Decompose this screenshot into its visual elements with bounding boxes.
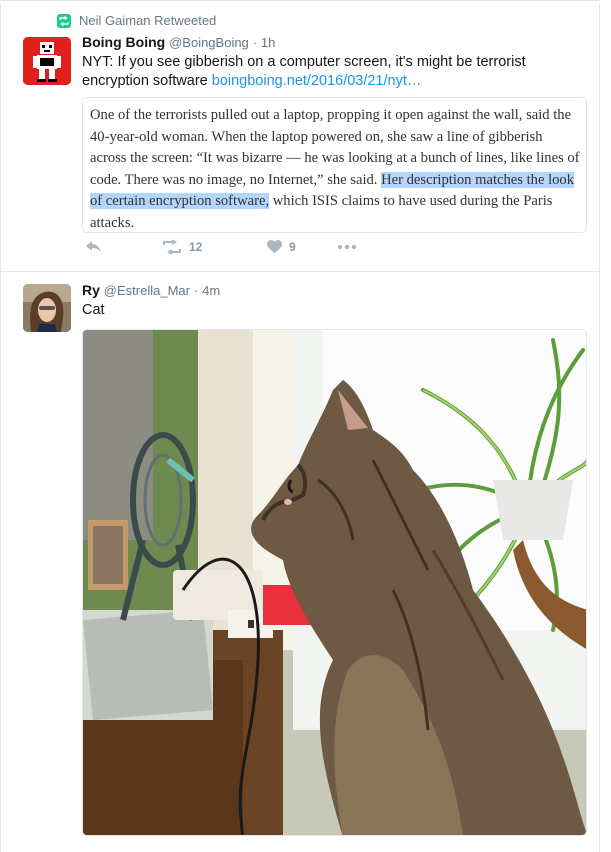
- tweet-ry[interactable]: Ry @Estrella_Mar · 4m Cat: [0, 272, 600, 852]
- tweet-actions: 12 9: [85, 240, 357, 254]
- tweet-timestamp[interactable]: 4m: [202, 283, 220, 298]
- tweet-text: NYT: If you see gibberish on a computer …: [82, 53, 587, 91]
- retweet-icon: [163, 240, 181, 254]
- author-name[interactable]: Ry: [82, 282, 100, 298]
- avatar[interactable]: [23, 37, 71, 85]
- tweet-timestamp[interactable]: 1h: [261, 35, 275, 50]
- separator-dot: ·: [193, 283, 199, 298]
- tweet-header: Boing Boing @BoingBoing · 1h: [82, 34, 275, 50]
- tweet-link[interactable]: boingboing.net/2016/03/21/nyt…: [212, 73, 422, 89]
- retweet-label: Neil Gaiman Retweeted: [79, 13, 217, 28]
- retweet-icon: [57, 13, 71, 28]
- tweet-text: Cat: [82, 302, 105, 318]
- more-button[interactable]: [337, 244, 357, 250]
- author-handle[interactable]: @BoingBoing: [169, 35, 249, 50]
- like-button[interactable]: 9: [267, 240, 337, 254]
- like-icon: [267, 240, 282, 253]
- user-photo-icon: [23, 284, 71, 332]
- retweet-button[interactable]: 12: [162, 240, 267, 254]
- retweet-count: 12: [189, 240, 203, 254]
- reply-button[interactable]: [85, 240, 162, 254]
- quote-text: One of the terrorists pulled out a lapto…: [90, 105, 580, 235]
- more-icon: [337, 244, 357, 250]
- reply-icon: [86, 241, 101, 253]
- tweet-boingboing[interactable]: Neil Gaiman Retweeted Boing Boing @Boing…: [0, 4, 600, 272]
- tweet-header: Ry @Estrella_Mar · 4m: [82, 282, 220, 298]
- retweet-context[interactable]: Neil Gaiman Retweeted: [57, 13, 216, 28]
- boingboing-logo-icon: [23, 37, 71, 85]
- separator-dot: ·: [252, 35, 258, 50]
- cat-photo-image: [83, 330, 586, 835]
- avatar[interactable]: [23, 284, 71, 332]
- tweet-photo-cat[interactable]: [82, 329, 587, 836]
- quoted-article-card[interactable]: One of the terrorists pulled out a lapto…: [82, 97, 587, 233]
- like-count: 9: [289, 240, 296, 254]
- author-handle[interactable]: @Estrella_Mar: [104, 283, 190, 298]
- author-name[interactable]: Boing Boing: [82, 34, 165, 50]
